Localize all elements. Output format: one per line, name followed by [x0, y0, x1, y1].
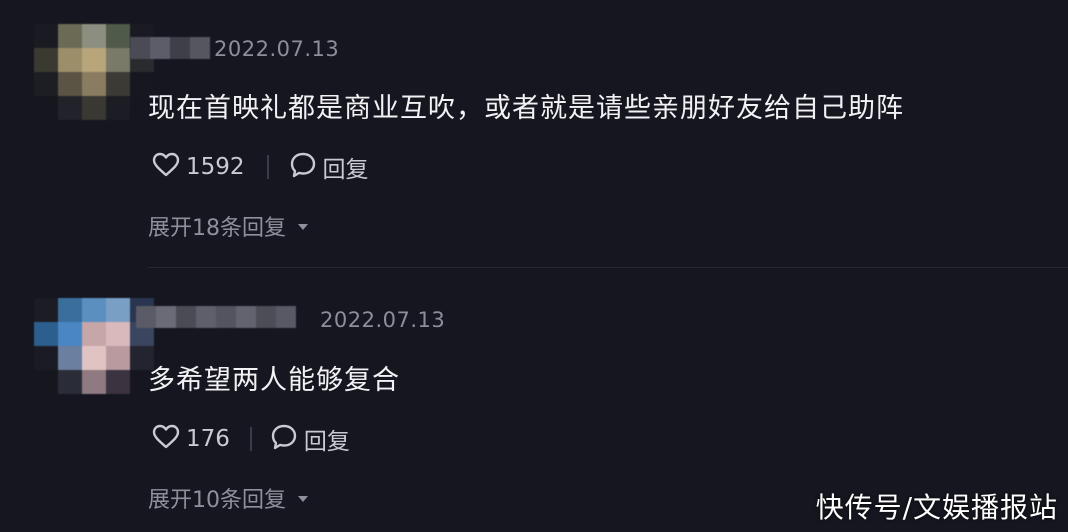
comment-bubble-icon — [289, 151, 317, 183]
reply-button[interactable]: 回复 — [270, 422, 350, 456]
username-blurred[interactable] — [130, 37, 210, 59]
action-divider — [249, 427, 252, 451]
comment-feed: 2022.07.13 现在首映礼都是商业互吹，或者就是请些亲朋好友给自己助阵 1… — [0, 0, 1068, 532]
expand-replies-button[interactable]: 展开18条回复 — [148, 210, 310, 242]
chevron-down-icon — [286, 217, 310, 236]
comment-date: 2022.07.13 — [320, 308, 446, 332]
action-divider — [266, 155, 269, 179]
like-count: 1592 — [186, 154, 245, 180]
heart-icon — [152, 152, 180, 182]
comment-bubble-icon — [270, 423, 298, 455]
comment-actions: 176 回复 — [152, 422, 350, 456]
comment-actions: 1592 回复 — [152, 150, 369, 184]
comment-text: 多希望两人能够复合 — [148, 365, 400, 396]
comment-text: 现在首映礼都是商业互吹，或者就是请些亲朋好友给自己助阵 — [148, 93, 904, 124]
like-button[interactable]: 176 — [152, 424, 230, 454]
comment-date: 2022.07.13 — [214, 37, 340, 61]
expand-replies-button[interactable]: 展开10条回复 — [148, 482, 310, 514]
expand-replies-label: 展开10条回复 — [148, 488, 286, 513]
heart-icon — [152, 424, 180, 454]
reply-label: 回复 — [303, 429, 350, 455]
username-blurred[interactable] — [136, 306, 296, 328]
reply-button[interactable]: 回复 — [289, 150, 369, 184]
source-watermark: 快传号/文娱播报站 — [815, 491, 1058, 524]
comment-separator — [148, 267, 1068, 268]
chevron-down-icon — [286, 489, 310, 508]
expand-replies-label: 展开18条回复 — [148, 216, 286, 241]
reply-label: 回复 — [322, 157, 369, 183]
like-button[interactable]: 1592 — [152, 152, 245, 182]
like-count: 176 — [186, 426, 230, 452]
